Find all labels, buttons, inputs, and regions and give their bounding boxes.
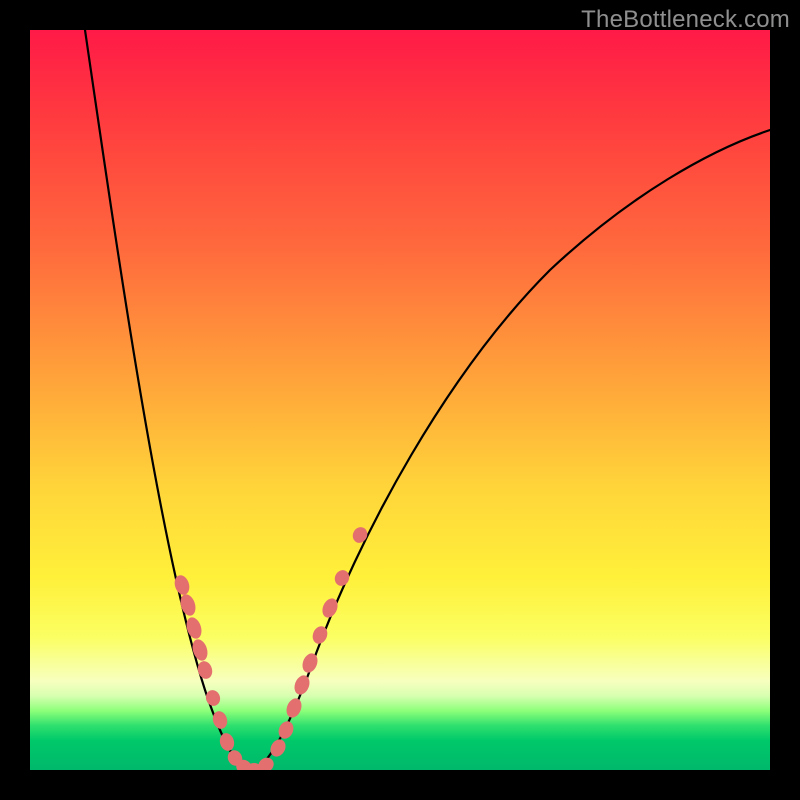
curve-marker [255, 755, 276, 770]
plot-area [30, 30, 770, 770]
curve-marker [184, 615, 204, 640]
chart-stage: TheBottleneck.com [0, 0, 800, 800]
curve-marker [292, 673, 312, 697]
curve-marker [218, 731, 236, 752]
curve-marker [332, 568, 352, 589]
curve-marker [276, 719, 296, 741]
plot-svg [30, 30, 770, 770]
curve-marker [284, 696, 304, 720]
curve-marker [190, 637, 210, 662]
curve-marker [196, 659, 215, 680]
curve-marker [350, 525, 370, 546]
bottleneck-curve [85, 30, 770, 770]
curve-markers [172, 525, 370, 770]
curve-marker [204, 688, 222, 708]
curve-marker [300, 651, 320, 675]
curve-marker [267, 737, 288, 760]
